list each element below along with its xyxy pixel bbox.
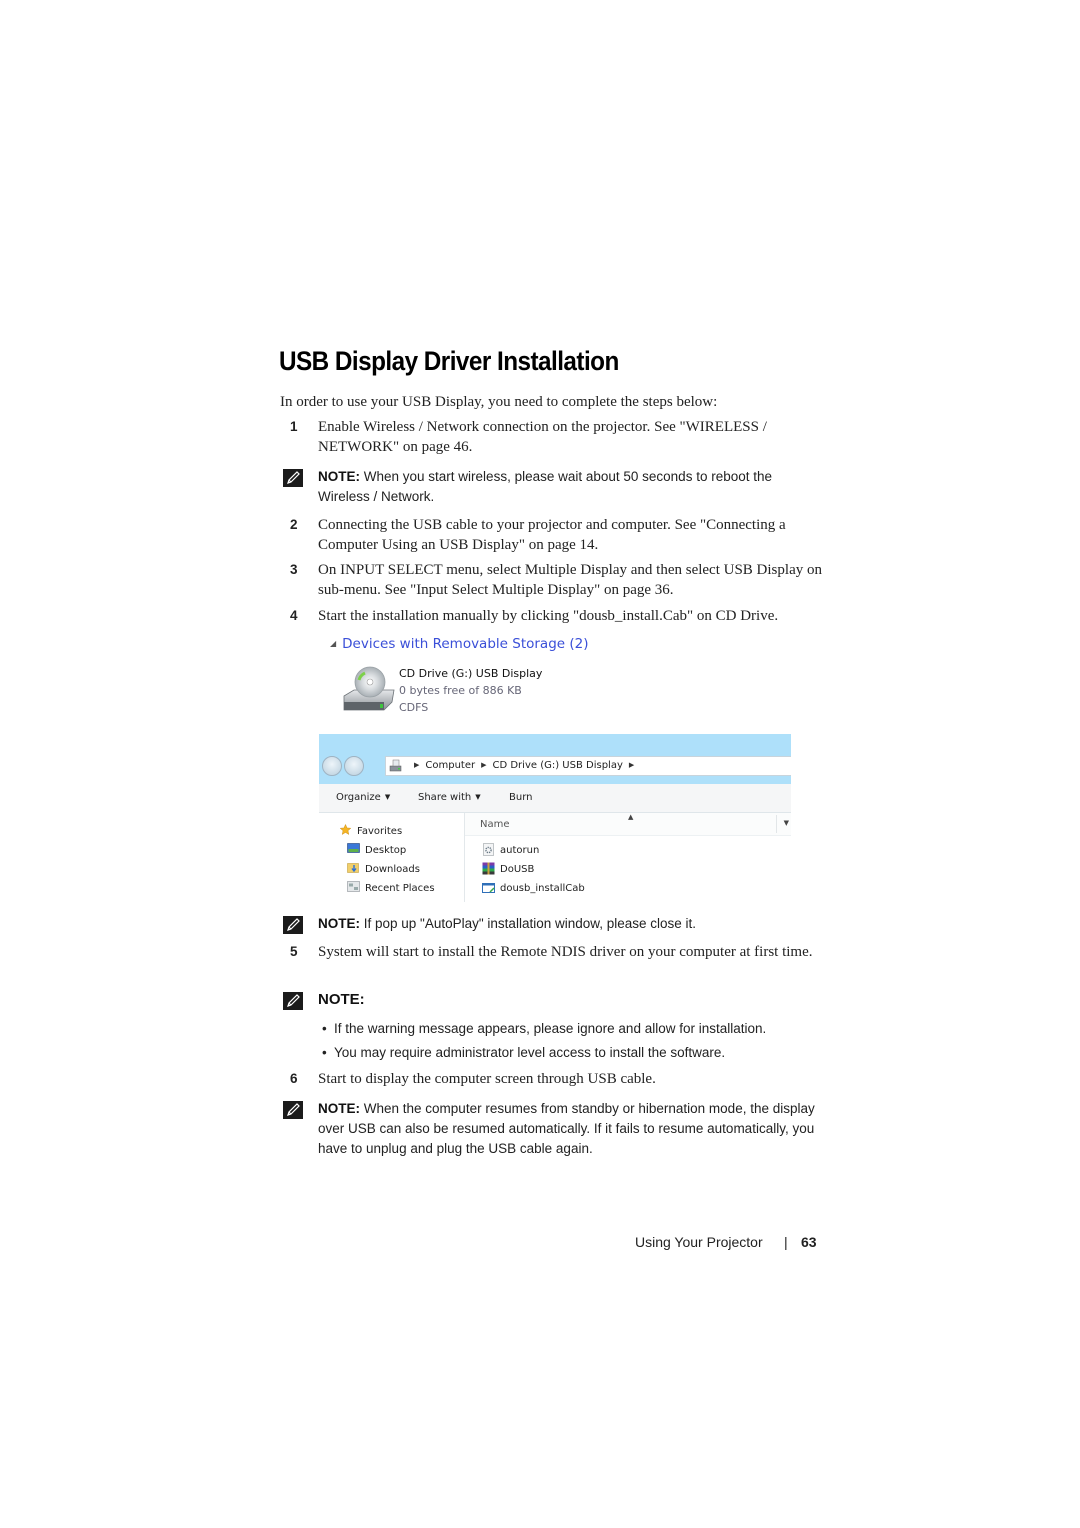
step-text: Start the installation manually by click…: [318, 608, 779, 624]
page-title: USB Display Driver Installation: [279, 346, 619, 376]
column-header-name[interactable]: Name ▲ ▼: [465, 813, 791, 836]
step-text: Connecting the USB cable to your project…: [318, 517, 786, 553]
bullet-item: • You may require administrator level acc…: [320, 1043, 840, 1067]
devices-group-heading[interactable]: ◢ Devices with Removable Storage (2): [330, 636, 589, 652]
back-button[interactable]: [322, 756, 342, 776]
step-number: 3: [290, 562, 298, 577]
note-text: If pop up "AutoPlay" installation window…: [363, 916, 697, 931]
sort-ascending-icon: ▲: [628, 813, 634, 821]
share-with-button[interactable]: Share with ▼: [418, 792, 481, 803]
file-item-autorun[interactable]: autorun: [482, 843, 539, 856]
star-icon: [339, 824, 352, 835]
step-text: System will start to install the Remote …: [318, 944, 813, 960]
footer-separator: |: [784, 1234, 788, 1250]
cd-drive-icon[interactable]: [340, 666, 396, 716]
note-label: NOTE:: [318, 991, 365, 1008]
step-text: Enable Wireless / Network connection on …: [318, 419, 767, 455]
devices-removable-storage-screenshot: ◢ Devices with Removable Storage (2) CD D…: [330, 636, 620, 720]
page-number: 63: [801, 1234, 817, 1250]
bullet-icon: •: [322, 1021, 327, 1036]
nav-item-downloads[interactable]: Downloads: [347, 862, 420, 875]
file-item-dousb-installcab[interactable]: dousb_installCab: [482, 881, 585, 894]
note-pencil-icon: [283, 916, 303, 934]
settings-file-icon: [483, 843, 494, 856]
explorer-title-bar: ▶ Computer ▶ CD Drive (G:) USB Display ▶: [319, 734, 791, 784]
step-number: 2: [290, 517, 298, 532]
breadcrumb-computer[interactable]: Computer: [425, 760, 475, 771]
cab-file-icon: [482, 883, 495, 893]
intro-text: In order to use your USB Display, you ne…: [280, 394, 718, 410]
organize-button[interactable]: Organize ▼: [336, 792, 390, 803]
chevron-down-icon: ▼: [475, 793, 481, 801]
manual-page: USB Display Driver Installation In order…: [0, 0, 1080, 1528]
step-number: 4: [290, 608, 298, 623]
breadcrumb-arrow-icon: ▶: [628, 761, 635, 769]
note-label: NOTE:: [318, 469, 360, 484]
burn-button[interactable]: Burn: [509, 792, 532, 803]
computer-drive-icon: [389, 759, 402, 772]
note-pencil-icon: [283, 1101, 303, 1119]
forward-button[interactable]: [344, 756, 364, 776]
drive-space: 0 bytes free of 886 KB: [399, 684, 522, 697]
downloads-folder-icon: [347, 863, 359, 873]
explorer-window-screenshot: ▶ Computer ▶ CD Drive (G:) USB Display ▶ Org…: [319, 734, 791, 902]
note-pencil-icon: [283, 469, 303, 487]
cd-drive-details[interactable]: CD Drive (G:) USB Display 0 bytes free o…: [399, 665, 542, 716]
archive-icon: [482, 862, 495, 875]
collapse-triangle-icon: ◢: [330, 639, 337, 648]
chevron-down-icon: ▼: [384, 793, 391, 801]
nav-item-recent-places[interactable]: Recent Places: [347, 881, 435, 894]
note-text: When the computer resumes from standby o…: [318, 1101, 815, 1156]
navigation-pane: Favorites Desktop Downloads Recent Place…: [319, 813, 465, 902]
note-bullets: • If the warning message appears, please …: [320, 1019, 840, 1067]
drive-name: CD Drive (G:) USB Display: [399, 667, 543, 680]
file-list: Name ▲ ▼ autorun DoUSB dousb_installCab: [465, 813, 791, 902]
bullet-item: • If the warning message appears, please …: [320, 1019, 840, 1043]
note-label: NOTE:: [318, 916, 360, 931]
recent-places-icon: [347, 881, 360, 892]
file-item-dousb[interactable]: DoUSB: [482, 862, 534, 875]
note-text: When you start wireless, please wait abo…: [318, 469, 772, 504]
step-number: 5: [290, 944, 298, 959]
bullet-icon: •: [322, 1045, 327, 1060]
breadcrumb-cd-drive[interactable]: CD Drive (G:) USB Display: [493, 760, 623, 771]
breadcrumb-arrow-icon: ▶: [414, 761, 420, 769]
desktop-icon: [347, 843, 360, 853]
footer-section-title: Using Your Projector: [635, 1234, 763, 1250]
step-text: Start to display the computer screen thr…: [318, 1071, 656, 1087]
note-pencil-icon: [283, 992, 303, 1010]
nav-item-favorites[interactable]: Favorites: [339, 824, 402, 837]
explorer-toolbar: Organize ▼ Share with ▼ Burn: [319, 784, 791, 813]
address-bar[interactable]: ▶ Computer ▶ CD Drive (G:) USB Display ▶: [385, 756, 791, 776]
column-dropdown-icon[interactable]: ▼: [784, 819, 789, 827]
drive-filesystem: CDFS: [399, 701, 429, 714]
step-number: 6: [290, 1071, 298, 1086]
breadcrumb-arrow-icon: ▶: [481, 761, 487, 769]
note-label: NOTE:: [318, 1101, 360, 1116]
step-number: 1: [290, 419, 298, 434]
nav-item-desktop[interactable]: Desktop: [347, 843, 406, 856]
step-text: On INPUT SELECT menu, select Multiple Di…: [318, 562, 822, 598]
